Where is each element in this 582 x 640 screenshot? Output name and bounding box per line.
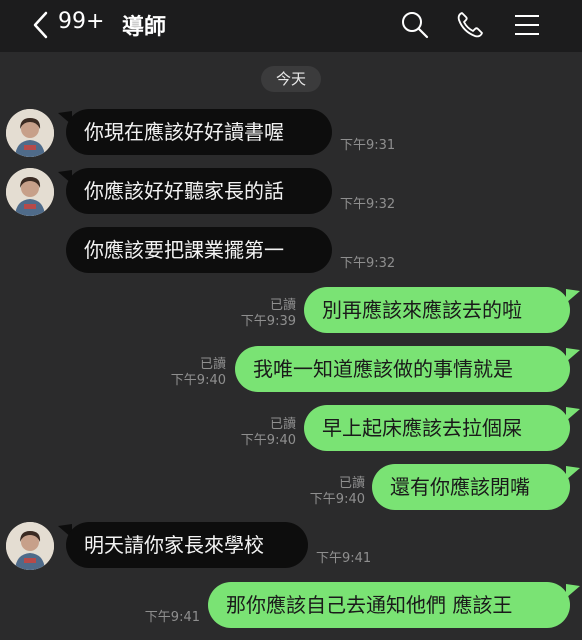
phone-icon[interactable] [455, 10, 485, 40]
message-time: 下午9:39 [240, 314, 296, 329]
message-time: 下午9:40 [309, 492, 365, 507]
message-bubble-incoming[interactable]: 明天請你家長來學校 [66, 522, 308, 568]
message-time: 下午9:32 [340, 256, 396, 271]
chat-title: 導師 [122, 15, 167, 40]
avatar[interactable] [6, 109, 54, 157]
message-bubble-outgoing[interactable]: 早上起床應該去拉個屎 [304, 405, 570, 451]
message-time: 下午9:40 [240, 433, 296, 448]
date-divider: 今天 [261, 66, 321, 92]
bubble-tail [566, 466, 580, 480]
bubble-tail [566, 584, 580, 598]
unread-count[interactable]: 99+ [58, 9, 104, 34]
bubble-tail [566, 407, 580, 421]
message-bubble-outgoing[interactable]: 那你應該自己去通知他們 應該王 [208, 582, 570, 628]
message-time: 下午9:40 [170, 373, 226, 388]
bubble-tail [566, 289, 580, 303]
read-status: 已讀 [199, 357, 226, 372]
read-status: 已讀 [338, 476, 365, 491]
avatar[interactable] [6, 522, 54, 570]
message-bubble-outgoing[interactable]: 還有你應該閉嘴 [372, 464, 570, 510]
menu-icon[interactable] [512, 10, 542, 40]
message-bubble-incoming[interactable]: 你應該要把課業擺第一 [66, 227, 332, 273]
message-bubble-outgoing[interactable]: 別再應該來應該去的啦 [304, 287, 570, 333]
message-bubble-incoming[interactable]: 你現在應該好好讀書喔 [66, 109, 332, 155]
avatar[interactable] [6, 168, 54, 216]
read-status: 已讀 [269, 298, 296, 313]
read-status: 已讀 [269, 417, 296, 432]
message-bubble-outgoing[interactable]: 我唯一知道應該做的事情就是 [235, 346, 570, 392]
avatar-icon [6, 109, 54, 157]
message-time: 下午9:31 [340, 138, 396, 153]
chat-header: 99+ 導師 [0, 0, 582, 52]
avatar-icon [6, 168, 54, 216]
message-time: 下午9:32 [340, 197, 396, 212]
message-time: 下午9:41 [144, 610, 200, 625]
message-bubble-incoming[interactable]: 你應該好好聽家長的話 [66, 168, 332, 214]
search-icon[interactable] [400, 10, 430, 40]
back-chevron-icon[interactable] [30, 10, 52, 40]
avatar-icon [6, 522, 54, 570]
message-time: 下午9:41 [316, 551, 372, 566]
bubble-tail [566, 348, 580, 362]
